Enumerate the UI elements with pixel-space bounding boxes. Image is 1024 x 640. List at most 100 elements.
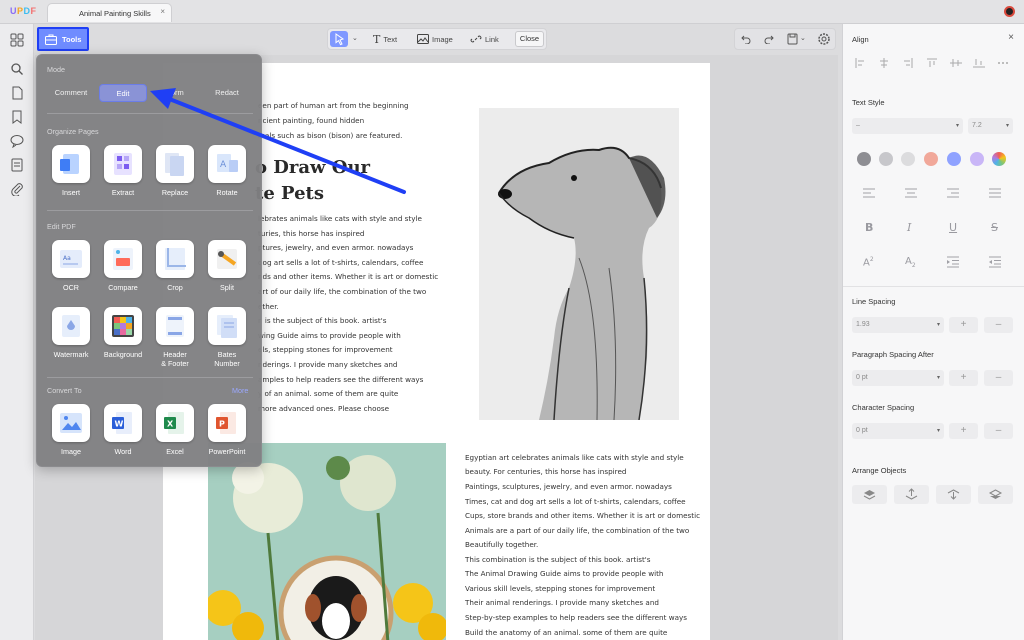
color-swatch[interactable] <box>947 152 961 166</box>
watermark-tool[interactable]: Watermark <box>45 307 97 363</box>
compare-tool[interactable]: Compare <box>97 240 149 296</box>
rotate-tool[interactable]: A Rotate <box>201 145 253 201</box>
font-family-select[interactable]: – ▾ <box>852 118 963 134</box>
tools-button[interactable]: Tools <box>37 27 89 51</box>
left-body-line[interactable]: lebrates animals like cats with style an… <box>258 214 422 223</box>
close-panel-icon[interactable]: × <box>1008 32 1014 43</box>
convert-powerpoint-tool[interactable]: P PowerPoint <box>201 404 253 460</box>
right-body-line[interactable]: Animals are a part of our daily life, th… <box>465 526 689 535</box>
right-body-line[interactable]: This combination is the subject of this … <box>465 555 651 564</box>
character-spacing-decrease-button[interactable]: – <box>984 423 1013 439</box>
left-body-line[interactable]: els, stepping stones for improvement <box>258 345 393 354</box>
left-body-line[interactable]: wing Guide aims to provide people with <box>258 331 401 340</box>
line-spacing-decrease-button[interactable]: – <box>984 317 1013 333</box>
bold-icon[interactable]: B <box>865 221 873 234</box>
convert-word-tool[interactable]: W Word <box>97 404 149 460</box>
right-body-line[interactable]: Paintings, sculptures, jewelry, and even… <box>465 482 672 491</box>
insert-tool[interactable]: Insert <box>45 145 97 201</box>
line-spacing-increase-button[interactable]: + <box>949 317 978 333</box>
document-tab[interactable]: Animal Painting Skills × <box>47 3 172 22</box>
comment-icon[interactable] <box>10 134 24 148</box>
italic-icon[interactable]: I <box>907 221 911 234</box>
intro-line[interactable]: een part of human art from the beginning <box>258 101 409 110</box>
paragraph-spacing-increase-button[interactable]: + <box>949 370 978 386</box>
color-swatch[interactable] <box>857 152 871 166</box>
link-tool-button[interactable]: Link <box>470 29 499 49</box>
extract-tool[interactable]: Extract <box>97 145 149 201</box>
align-buttons-row[interactable] <box>854 57 1014 69</box>
app-logo[interactable]: UPDF <box>10 6 37 16</box>
close-edit-button[interactable]: Close <box>515 31 544 47</box>
text-tool-button[interactable]: T Text <box>373 29 397 49</box>
crop-tool[interactable]: Crop <box>149 240 201 296</box>
intro-line[interactable]: ncient painting, found hidden <box>258 116 364 125</box>
intro-line[interactable]: mals such as bison (bison) are featured. <box>258 131 402 140</box>
left-body-line[interactable]: n is the subject of this book. artist's <box>258 316 386 325</box>
dog-sketch-image[interactable] <box>479 108 679 421</box>
convert-image-tool[interactable]: Image <box>45 404 97 460</box>
header-footer-tool[interactable]: Header & Footer <box>149 307 201 368</box>
search-icon[interactable] <box>10 62 24 76</box>
right-body-line[interactable]: Various skill levels, stepping stones fo… <box>465 584 655 593</box>
bates-number-tool[interactable]: Bates Number <box>201 307 253 368</box>
right-body-line[interactable]: The Animal Drawing Guide aims to provide… <box>465 569 663 578</box>
paragraph-spacing-decrease-button[interactable]: – <box>984 370 1013 386</box>
send-backward-button[interactable] <box>936 485 971 504</box>
underline-icon[interactable]: U <box>949 221 957 234</box>
line-spacing-select[interactable]: 1.93 ▾ <box>852 317 944 333</box>
bring-to-front-button[interactable] <box>852 485 887 504</box>
chevron-down-icon[interactable]: ⌄ <box>352 34 358 42</box>
strikethrough-icon[interactable]: S <box>991 221 998 234</box>
color-swatch[interactable] <box>924 152 938 166</box>
page-heading-line2[interactable]: te Pets <box>255 183 324 204</box>
right-body-line[interactable]: Step-by-step examples to help readers se… <box>465 613 687 622</box>
image-tool-button[interactable]: Image <box>417 29 453 49</box>
right-body-line[interactable]: Their animal renderings. I provide many … <box>465 598 659 607</box>
indent-decrease-icon[interactable] <box>989 256 1001 268</box>
grid-icon[interactable] <box>10 33 24 47</box>
subscript-icon[interactable]: A2 <box>905 256 916 269</box>
paragraph-spacing-select[interactable]: 0 pt ▾ <box>852 370 944 386</box>
text-align-buttons-row[interactable] <box>863 187 1003 199</box>
mode-comment-button[interactable]: Comment <box>47 84 95 102</box>
bring-forward-button[interactable] <box>894 485 929 504</box>
background-tool[interactable]: Background <box>97 307 149 363</box>
undo-icon[interactable] <box>741 34 751 44</box>
left-body-line[interactable]: nds and other items. Whether it is art o… <box>258 272 438 281</box>
right-body-line[interactable]: Beautifully together. <box>465 540 538 549</box>
left-body-line[interactable]: nderings. I provide many sketches and <box>258 360 397 369</box>
font-size-select[interactable]: 7.2 ▾ <box>968 118 1013 134</box>
character-spacing-select[interactable]: 0 pt ▾ <box>852 423 944 439</box>
more-link[interactable]: More <box>232 386 248 395</box>
flower-photo-image[interactable] <box>208 443 446 640</box>
color-swatch[interactable] <box>970 152 984 166</box>
right-body-line[interactable]: Times, cat and dog art sells a lot of t-… <box>465 497 686 506</box>
left-body-line[interactable]: amples to help readers see the different… <box>258 375 423 384</box>
superscript-icon[interactable]: A2 <box>863 256 874 268</box>
right-body-line[interactable]: beauty. For centuries, this horse has in… <box>465 467 626 476</box>
send-to-back-button[interactable] <box>978 485 1013 504</box>
attachment-doc-icon[interactable] <box>10 158 24 172</box>
select-tool-button[interactable] <box>330 31 348 47</box>
indent-increase-icon[interactable] <box>947 256 959 268</box>
save-icon[interactable] <box>787 33 798 45</box>
page-icon[interactable] <box>10 86 24 100</box>
user-avatar[interactable] <box>1004 6 1015 17</box>
left-body-line[interactable]: turies, this horse has inspired <box>258 229 364 238</box>
color-swatch[interactable] <box>901 152 915 166</box>
character-spacing-increase-button[interactable]: + <box>949 423 978 439</box>
left-body-line[interactable]: y of an animal. some of them are quite <box>258 389 398 398</box>
chevron-down-icon[interactable]: ⌄ <box>800 34 806 42</box>
left-body-line[interactable]: art of our daily life, the combination o… <box>258 287 426 296</box>
right-body-line[interactable]: Cups, store brands and other items. Whet… <box>465 511 700 520</box>
bookmark-icon[interactable] <box>10 110 24 124</box>
left-body-line[interactable]: ptures, jewelry, and even armor. nowaday… <box>258 243 413 252</box>
ocr-tool[interactable]: Aa OCR <box>45 240 97 296</box>
left-body-line[interactable]: dog art sells a lot of t-shirts, calenda… <box>258 258 423 267</box>
settings-icon[interactable] <box>817 32 831 46</box>
split-tool[interactable]: Split <box>201 240 253 296</box>
right-body-line[interactable]: Build the anatomy of an animal. some of … <box>465 628 667 637</box>
right-body-line[interactable]: Egyptian art celebrates animals like cat… <box>465 453 684 462</box>
convert-excel-tool[interactable]: X Excel <box>149 404 201 460</box>
paperclip-icon[interactable] <box>10 182 24 196</box>
